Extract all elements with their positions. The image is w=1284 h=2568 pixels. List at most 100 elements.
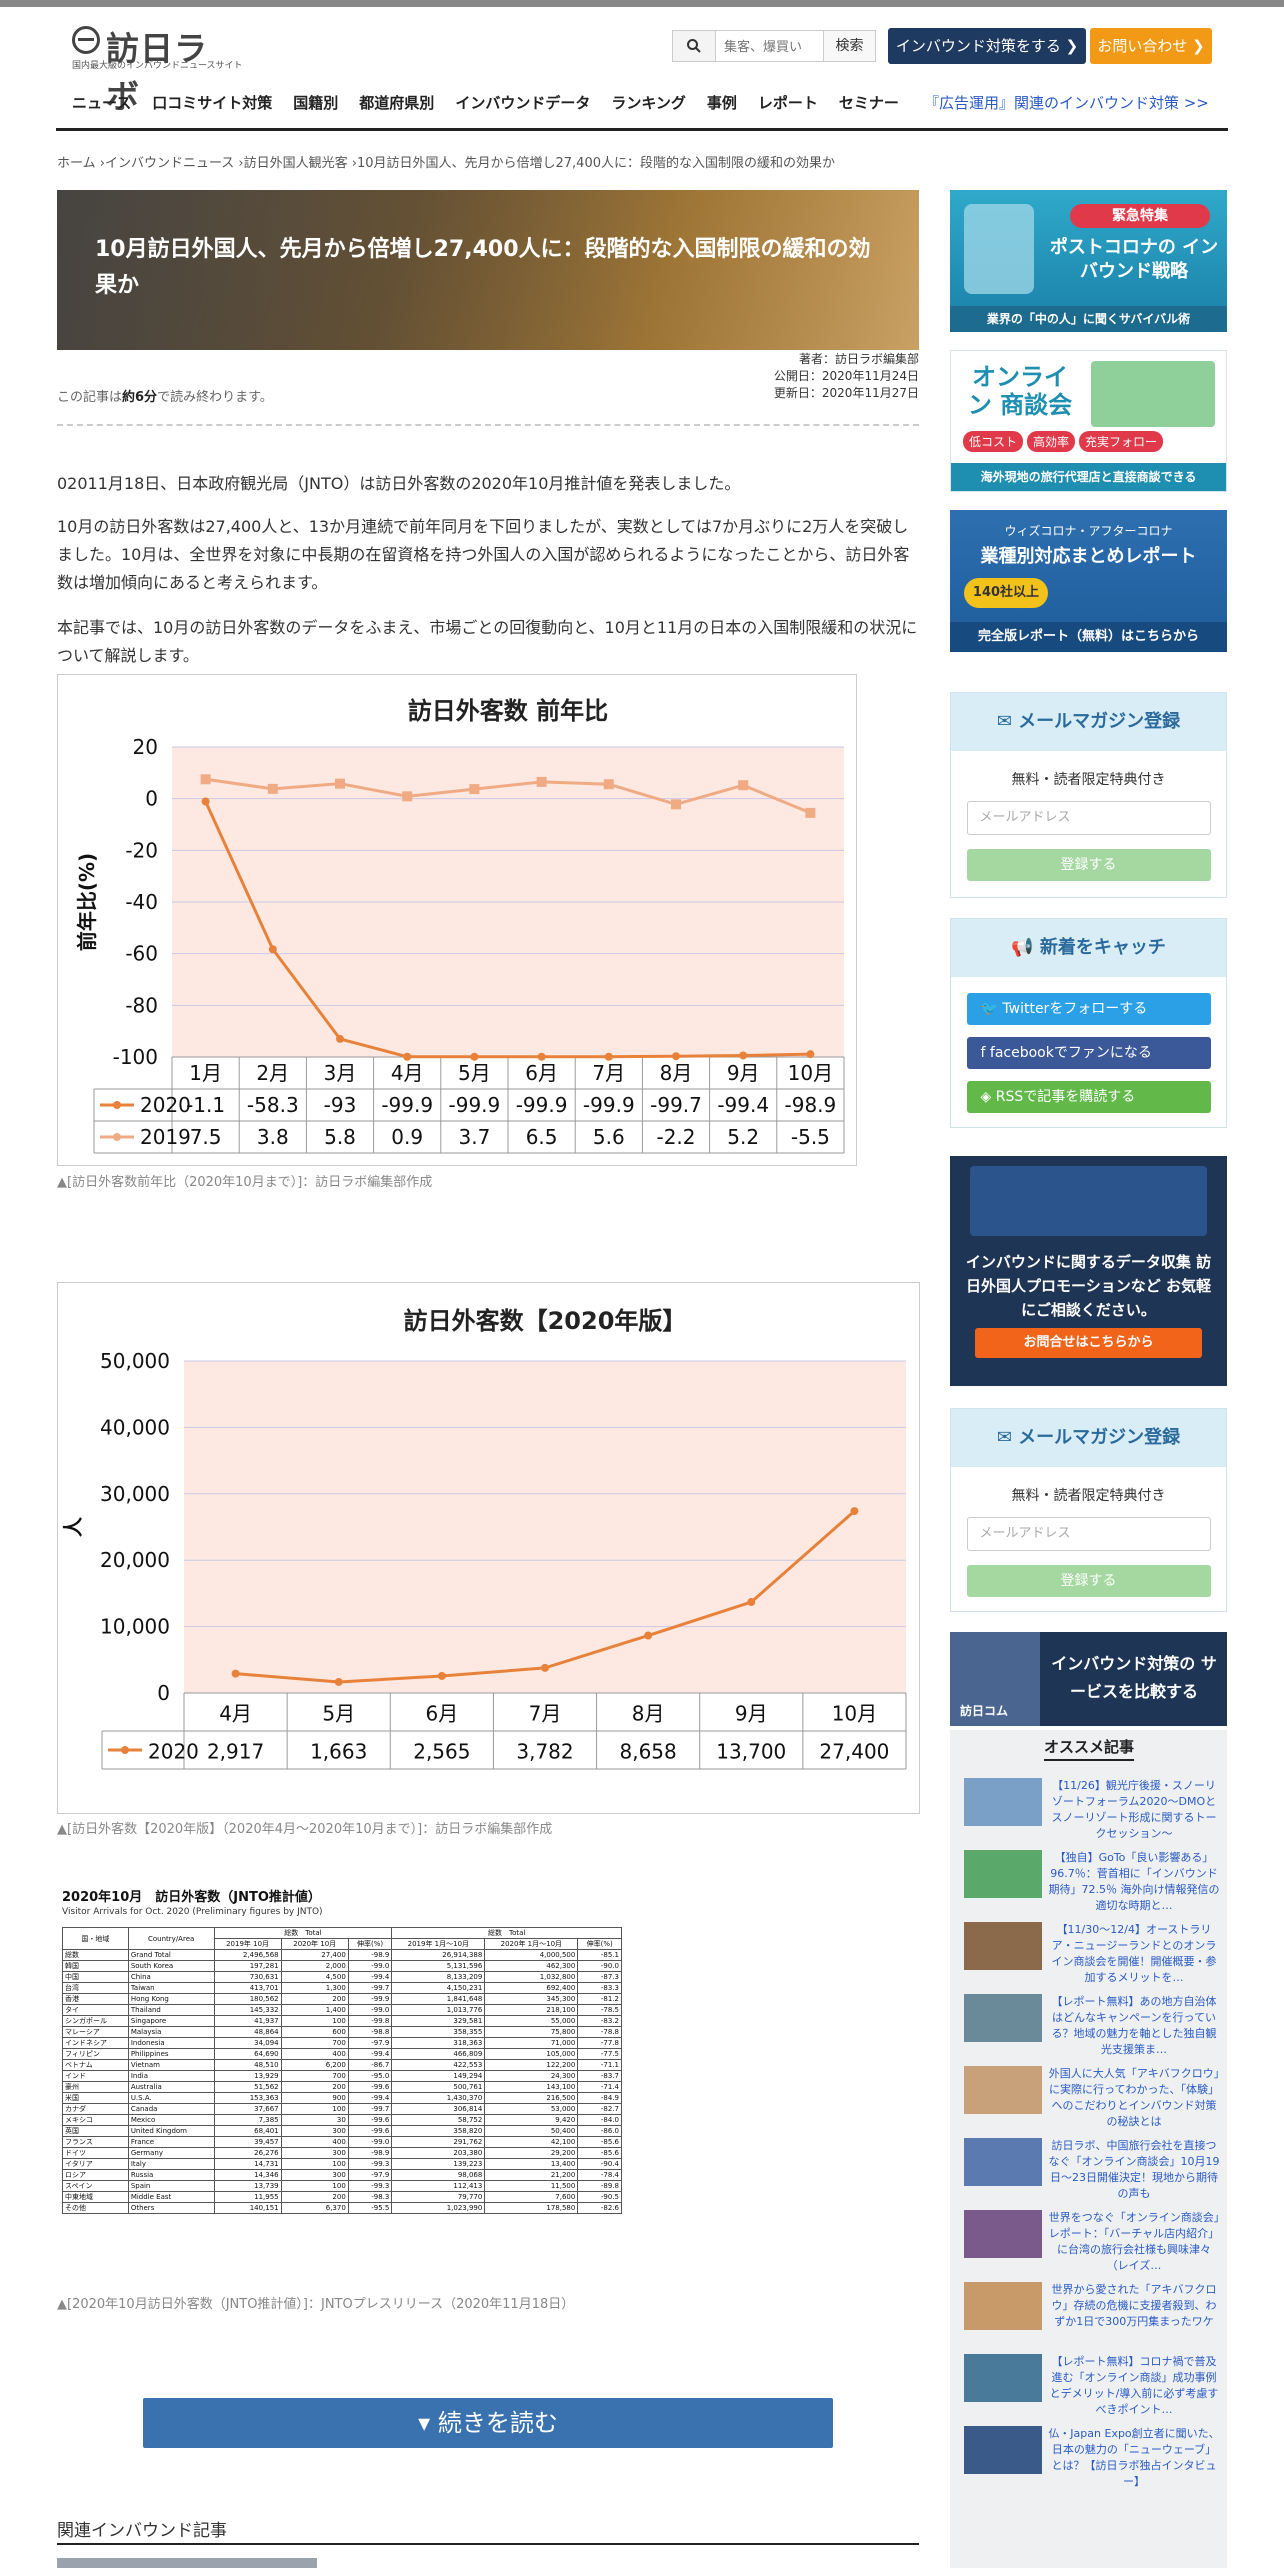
recommended-title[interactable]: 訪日ラボ、中国旅行会社を直接つなぐ「オンライン商談会」10月19日～23日開催決…	[1048, 2138, 1220, 2202]
banner-consultation[interactable]: インバウンドに関するデータ収集 訪日外国人プロモーションなど お気軽にご相談くだ…	[950, 1156, 1227, 1386]
data-label: -99.9	[449, 1093, 501, 1117]
recommended-item[interactable]: 【11/30～12/4】オーストラリア・ニュージーランドとのオンライン商談会を開…	[964, 1922, 1220, 1986]
y-tick-label: 30,000	[100, 1482, 170, 1506]
recommended-title[interactable]: 外国人に大人気「アキバフクロウ」に実際に行ってわかった、「体験」へのこだわりとイ…	[1048, 2066, 1220, 2130]
recommended-title[interactable]: 世界をつなぐ「オンライン商談会」レポート：「バーチャル店内紹介」に台湾の旅行会社…	[1048, 2210, 1220, 2274]
site-logo[interactable]: 訪日ラボ 国内最大級のインバウンドニュースサイト	[72, 22, 243, 116]
table-cell: 68,401	[213, 2125, 282, 2137]
recommended-title[interactable]: 【レポート無料】あの地方自治体はどんなキャンペーンを行っている？地域の魅力を軸と…	[1048, 1994, 1220, 2058]
table-cell: 1,032,800	[484, 1971, 579, 1983]
table-cell: 1,013,776	[391, 2004, 486, 2016]
table-row: メキシコ Mexico 7,385 30 -99.6 58,752 9,420 -84.0	[62, 2114, 622, 2126]
recommended-thumbnail[interactable]	[964, 2282, 1042, 2330]
nav-item-ranking[interactable]: ランキング	[611, 92, 686, 113]
nav-item-seminar[interactable]: セミナー	[839, 92, 899, 113]
recommended-item[interactable]: 仏・Japan Expo創立者に聞いた、日本の魅力の「ニューウェーブ」とは？【訪…	[964, 2426, 1220, 2490]
nav-item-cases[interactable]: 事例	[707, 92, 737, 113]
subscribe-button[interactable]: 登録する	[966, 849, 1211, 881]
recommended-thumbnail[interactable]	[964, 2138, 1042, 2186]
related-thumbnail[interactable]	[57, 2558, 317, 2568]
twitter-follow-button[interactable]: 🐦 Twitterをフォローする	[966, 993, 1211, 1025]
facebook-follow-button[interactable]: f facebookでファンになる	[966, 1037, 1211, 1069]
data-point	[201, 797, 210, 806]
table-cell: South Korea	[127, 1960, 215, 1972]
email-field[interactable]: メールアドレス	[966, 801, 1211, 835]
table-cell: 50,400	[484, 2125, 579, 2137]
recommended-thumbnail[interactable]	[964, 1994, 1042, 2042]
rss-subscribe-button[interactable]: ◈ RSSで記事を購読する	[966, 1081, 1211, 1113]
table-cell: 豪州	[62, 2081, 129, 2093]
y-tick-label: -100	[113, 1045, 158, 1069]
chart-2020: 訪日外客数【2020年版】 50,000 40,000 30,000 20,000 10,…	[57, 1282, 920, 1814]
data-label: 7.5	[190, 1125, 222, 1149]
table-cell: 318,363	[391, 2037, 486, 2049]
table-cell: 500,761	[391, 2081, 486, 2093]
y-tick-label: -80	[125, 993, 158, 1017]
table-cell: インドネシア	[62, 2037, 129, 2049]
recommended-item[interactable]: 世界をつなぐ「オンライン商談会」レポート：「バーチャル店内紹介」に台湾の旅行会社…	[964, 2210, 1220, 2274]
nav-item-reviews[interactable]: 口コミサイト対策	[152, 92, 272, 113]
recommended-thumbnail[interactable]	[964, 2426, 1042, 2474]
table-cell: 329,581	[391, 2015, 486, 2027]
nav-item-news[interactable]: ニュース	[72, 92, 131, 113]
data-point	[739, 1051, 748, 1060]
recommended-item[interactable]: 世界から愛された「アキバフクロウ」存続の危機に支援者殺到、わずか1日で300万円…	[964, 2282, 1220, 2346]
search-input[interactable]	[716, 30, 824, 62]
table-row: カナダ Canada 37,667 100 -99.7 306,814 53,000 -82.…	[62, 2103, 622, 2115]
legend-label: 2019	[140, 1125, 191, 1149]
recommended-title[interactable]: 【レポート無料】コロナ禍で普及進む「オンライン商談」成功事例とデメリット/導入前…	[1048, 2354, 1220, 2418]
banner-report[interactable]: ウィズコロナ・アフターコロナ 業種別対応まとめレポート 140社以上 完全版レポ…	[950, 510, 1227, 652]
recommended-title[interactable]: 世界から愛された「アキバフクロウ」存続の危機に支援者殺到、わずか1日で300万円…	[1048, 2282, 1220, 2346]
recommended-item[interactable]: 【独自】GoTo「良い影響ある」96.7％：菅首相に「インバウンド期待」72.5…	[964, 1850, 1220, 1914]
search-icon[interactable]	[672, 30, 716, 62]
recommended-item[interactable]: 外国人に大人気「アキバフクロウ」に実際に行ってわかった、「体験」へのこだわりとイ…	[964, 2066, 1220, 2130]
nav-item-nationality[interactable]: 国籍別	[293, 92, 338, 113]
contact-button[interactable]: お問い合わせ ❯	[1090, 28, 1212, 64]
data-label: -2.2	[656, 1125, 695, 1149]
inbound-cta-button[interactable]: インバウンド対策をする ❯	[888, 28, 1086, 64]
recommended-title[interactable]: 【独自】GoTo「良い影響ある」96.7％：菅首相に「インバウンド期待」72.5…	[1048, 1850, 1220, 1914]
table-cell: Philippines	[127, 2048, 215, 2060]
email-field[interactable]: メールアドレス	[966, 1517, 1211, 1551]
search-button[interactable]: 検索	[824, 30, 876, 62]
table-cell: 5,131,596	[391, 1960, 486, 1972]
x-tick-label: 9月	[735, 1701, 768, 1725]
recommended-thumbnail[interactable]	[964, 1850, 1042, 1898]
table-cell: 400	[280, 2048, 349, 2060]
banner-online-meeting[interactable]: オンライン 商談会 低コスト 高効率 充実フォロー 海外現地の旅行代理店と直接商…	[950, 350, 1227, 492]
recommended-title[interactable]: 仏・Japan Expo創立者に聞いた、日本の魅力の「ニューウェーブ」とは？【訪…	[1048, 2426, 1220, 2490]
recommended-thumbnail[interactable]	[964, 2066, 1042, 2114]
banner-compare-services[interactable]: 訪日コム インバウンド対策の サービスを比較する	[950, 1632, 1227, 1726]
table-row: インド India 13,929 700 -95.0 149,294 24,300 -83.7	[62, 2070, 622, 2082]
recommended-thumbnail[interactable]	[964, 2354, 1042, 2402]
y-tick-label: -40	[125, 890, 158, 914]
recommended-thumbnail[interactable]	[964, 1778, 1042, 1826]
table-cell: 英国	[62, 2125, 129, 2137]
recommended-title[interactable]: 【11/30～12/4】オーストラリア・ニュージーランドとのオンライン商談会を開…	[1048, 1922, 1220, 1986]
nav-item-report[interactable]: レポート	[758, 92, 818, 113]
nav-item-data[interactable]: インバウンドデータ	[455, 92, 590, 113]
table-cell: 2,000	[280, 1960, 349, 1972]
subscribe-button[interactable]: 登録する	[966, 1565, 1211, 1597]
recommended-thumbnail[interactable]	[964, 1922, 1042, 1970]
banner4-button[interactable]: お問合せはこちらから	[975, 1328, 1202, 1358]
table-cell: フランス	[62, 2136, 129, 2148]
table-cell: 100	[280, 2158, 349, 2170]
nav-item-prefecture[interactable]: 都道府県別	[359, 92, 434, 113]
recommended-item[interactable]: 【レポート無料】あの地方自治体はどんなキャンペーンを行っている？地域の魅力を軸と…	[964, 1994, 1220, 2058]
read-more-button[interactable]: ▾ 続きを読む	[143, 2398, 833, 2448]
article-hero: 10月訪日外国人、先月から倍増し27,400人に：段階的な入国制限の緩和の効果か	[57, 190, 919, 350]
facebook-icon: f	[980, 1045, 990, 1061]
recommended-thumbnail[interactable]	[964, 2210, 1042, 2258]
table-cell: Australia	[127, 2081, 215, 2093]
recommended-item[interactable]: 訪日ラボ、中国旅行会社を直接つなぐ「オンライン商談会」10月19日～23日開催決…	[964, 2138, 1220, 2202]
breadcrumb[interactable]: ホーム ›インバウンドニュース ›訪日外国人観光客 ›10月訪日外国人、先月から…	[57, 152, 835, 171]
banner-post-corona[interactable]: 緊急特集 ポストコロナの インバウンド戦略 業界の「中の人」に聞くサバイバル術	[950, 190, 1227, 332]
x-tick-label: 10月	[788, 1061, 833, 1085]
recommended-item[interactable]: 【レポート無料】コロナ禍で普及進む「オンライン商談」成功事例とデメリット/導入前…	[964, 2354, 1220, 2418]
recommended-title[interactable]: 【11/26】観光庁後援・スノーリゾートフォーラム2020～DMOとスノーリゾー…	[1048, 1778, 1220, 1842]
table-cell: -99.3	[347, 2180, 393, 2192]
recommended-item[interactable]: 【11/26】観光庁後援・スノーリゾートフォーラム2020～DMOとスノーリゾー…	[964, 1778, 1220, 1842]
nav-ad-link[interactable]: 『広告運用』関連のインバウンド対策 >>	[924, 92, 1209, 113]
table-cell: -99.3	[347, 2158, 393, 2170]
